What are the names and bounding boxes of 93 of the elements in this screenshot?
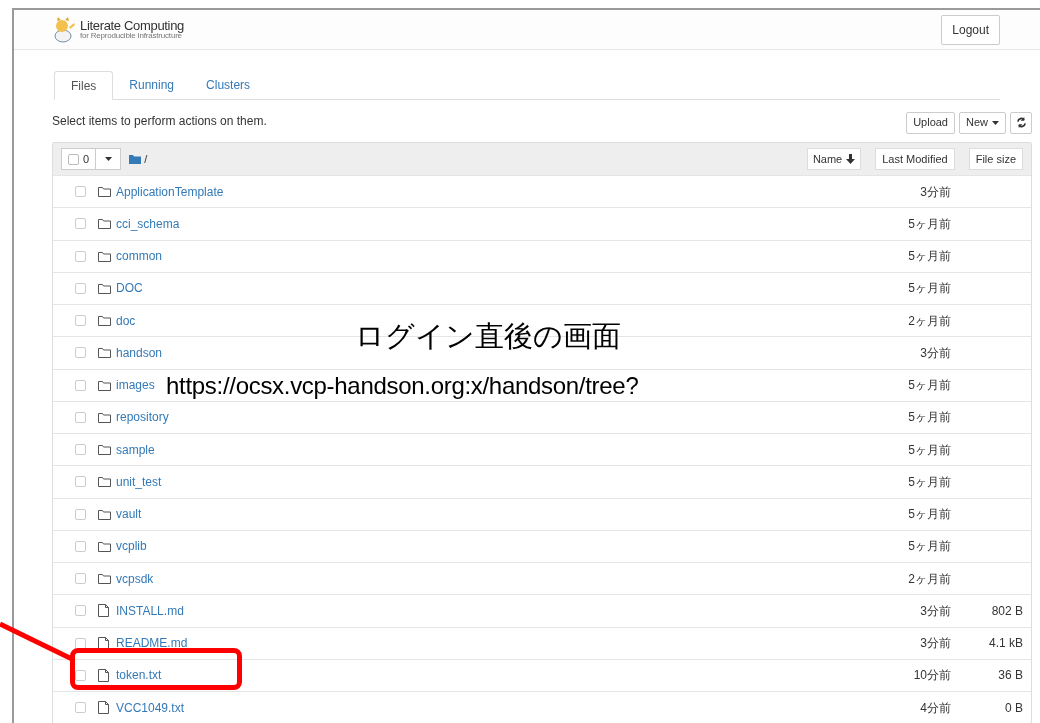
caret-icon (992, 120, 999, 125)
sort-modified-button[interactable]: Last Modified (875, 148, 955, 170)
file-icon (98, 636, 109, 650)
size-cell-text: 4.1 kB (988, 635, 1023, 653)
modified-cell-text: 3分前 (920, 183, 951, 201)
folder-icon (98, 347, 111, 359)
modified-cell-text: 3分前 (920, 602, 951, 620)
item-link[interactable]: token.txt (116, 666, 162, 685)
instruction-text: Select items to perform actions on them. (52, 113, 267, 130)
folder-icon (98, 186, 111, 198)
annotation-url: https://ocsx.vcp-handson.org:x/handson/tree? (166, 374, 639, 398)
item-link[interactable]: vcplib (116, 537, 147, 556)
refresh-button[interactable] (1010, 111, 1032, 134)
row-checkbox[interactable] (75, 282, 86, 294)
file-icon (98, 604, 109, 618)
sort-name-button[interactable]: Name (806, 148, 862, 170)
item-link[interactable]: DOC (116, 279, 143, 298)
logo-icon (52, 16, 76, 43)
row-checkbox[interactable] (75, 250, 86, 262)
modified-cell-text: 5ヶ月前 (908, 280, 951, 298)
row-checkbox[interactable] (75, 476, 86, 488)
file-icon (98, 668, 109, 682)
folder-icon (98, 508, 111, 520)
item-link[interactable]: handson (116, 343, 163, 362)
modified-cell-text: 2ヶ月前 (908, 570, 951, 588)
modified-cell-text: 3分前 (920, 635, 951, 653)
row-checkbox[interactable] (75, 637, 86, 649)
logout-button[interactable]: Logout (941, 14, 1000, 45)
row-checkbox[interactable] (75, 508, 86, 520)
logo-title: Literate Computing (80, 19, 184, 32)
item-link[interactable]: ApplicationTemplate (116, 182, 224, 201)
item-link[interactable]: repository (116, 408, 169, 427)
row-checkbox[interactable] (75, 411, 86, 423)
tab[interactable]: Files (54, 71, 114, 100)
folder-icon (129, 154, 142, 164)
folder-icon (98, 411, 111, 423)
row-checkbox[interactable] (75, 540, 86, 552)
logo-subtitle: for Reproducible Infrastructure (80, 32, 182, 40)
item-link[interactable]: INSTALL.md (116, 601, 184, 620)
modified-cell-text: 5ヶ月前 (908, 538, 951, 556)
refresh-icon (1015, 117, 1027, 128)
modified-cell-text: 5ヶ月前 (908, 248, 951, 266)
modified-cell-text: 5ヶ月前 (908, 473, 951, 491)
item-link[interactable]: vault (116, 505, 142, 524)
row-checkbox[interactable] (75, 669, 86, 681)
folder-icon (98, 476, 111, 488)
modified-cell-text: 5ヶ月前 (908, 506, 951, 524)
item-link[interactable]: common (116, 247, 162, 266)
modified-cell-text: 5ヶ月前 (908, 441, 951, 459)
row-checkbox[interactable] (75, 315, 86, 327)
modified-cell-text: 5ヶ月前 (908, 215, 951, 233)
annotation-caption: ログイン直後の画面 (355, 322, 621, 351)
new-button[interactable]: New (959, 111, 1006, 134)
path-link[interactable]: / (144, 150, 148, 168)
row-checkbox[interactable] (75, 573, 86, 585)
folder-icon (98, 218, 111, 230)
folder-icon (98, 444, 111, 456)
size-cell-text: 0 B (1005, 699, 1023, 717)
modified-cell-text: 3分前 (920, 344, 951, 362)
item-link[interactable]: doc (116, 311, 136, 330)
tab[interactable]: Running (113, 70, 191, 99)
file-icon (98, 701, 109, 715)
item-link[interactable]: unit_test (116, 472, 162, 491)
folder-icon (98, 315, 111, 327)
row-checkbox[interactable] (75, 218, 86, 230)
folder-icon (98, 250, 111, 262)
arrow-down-icon (846, 154, 856, 164)
row-checkbox[interactable] (75, 347, 86, 359)
item-link[interactable]: VCC1049.txt (116, 698, 185, 717)
row-checkbox[interactable] (75, 605, 86, 617)
item-link[interactable]: cci_schema (116, 214, 180, 233)
item-link[interactable]: sample (116, 440, 155, 459)
tab[interactable]: Clusters (190, 70, 267, 99)
folder-icon (98, 540, 111, 552)
modified-cell-text: 4分前 (920, 699, 951, 717)
modified-cell-text: 5ヶ月前 (908, 377, 951, 395)
folder-icon (98, 282, 111, 294)
modified-cell-text: 5ヶ月前 (908, 409, 951, 427)
upload-button[interactable]: Upload (906, 111, 955, 134)
size-cell-text: 36 B (998, 667, 1023, 685)
row-checkbox[interactable] (75, 702, 86, 714)
item-link[interactable]: vcpsdk (116, 569, 154, 588)
folder-icon (98, 573, 111, 585)
item-link[interactable]: images (116, 376, 155, 395)
row-checkbox[interactable] (75, 186, 86, 198)
sort-size-button[interactable]: File size (968, 148, 1023, 170)
folder-icon (98, 379, 111, 391)
size-cell-text: 802 B (991, 602, 1023, 620)
item-link[interactable]: README.md (116, 634, 188, 653)
modified-cell-text: 2ヶ月前 (908, 312, 951, 330)
modified-cell-text: 10分前 (913, 667, 951, 685)
row-checkbox[interactable] (75, 444, 86, 456)
row-checkbox[interactable] (75, 379, 86, 391)
